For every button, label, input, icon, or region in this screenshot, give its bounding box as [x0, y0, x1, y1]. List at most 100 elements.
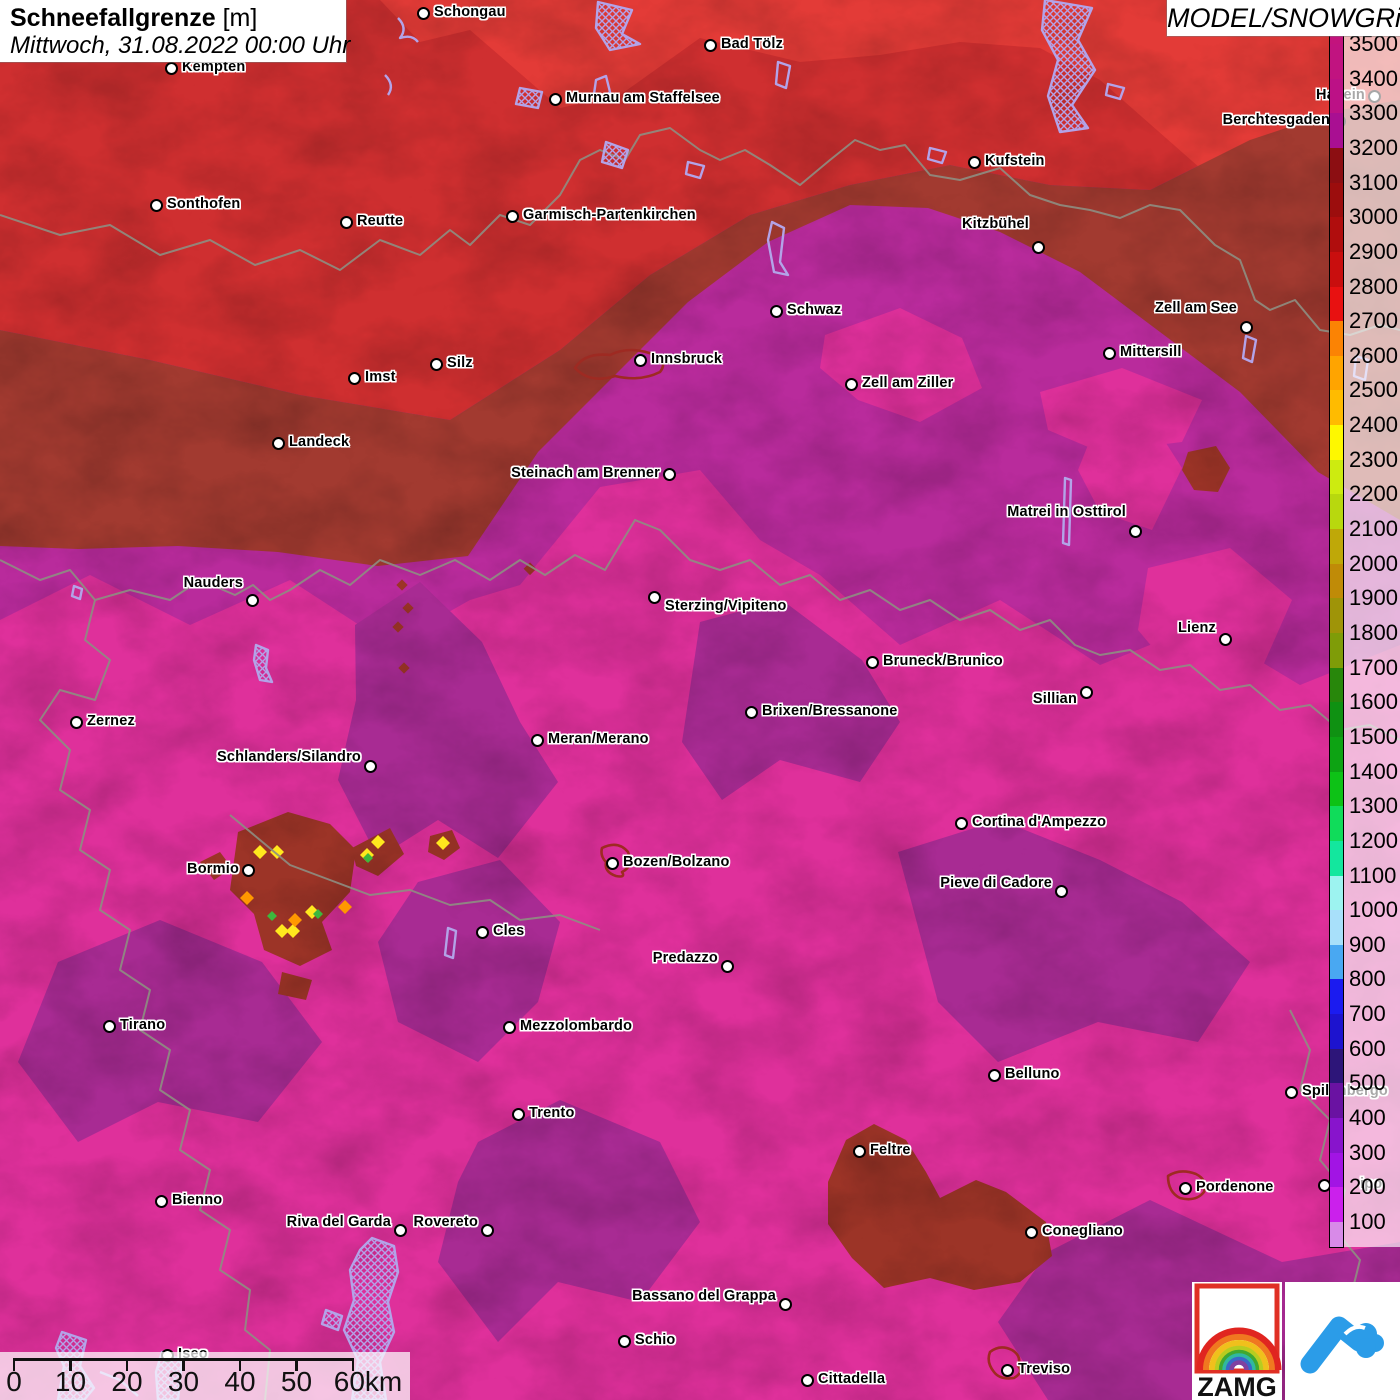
legend-segment [1330, 702, 1343, 738]
legend-segment [1330, 564, 1343, 600]
title-text: Schneefallgrenze [10, 4, 216, 32]
legend-segment [1330, 772, 1343, 808]
legend-value: 1200 [1349, 829, 1398, 853]
city-dot [549, 93, 562, 106]
legend-value: 1100 [1349, 864, 1396, 888]
logo-area: ZAMG [1192, 1282, 1400, 1400]
city-dot [955, 817, 968, 830]
city-label: Matrei in Osttirol [1007, 504, 1126, 520]
legend-value: 2300 [1349, 448, 1398, 472]
legend-value: 100 [1349, 1210, 1386, 1234]
city-dot [1025, 1226, 1038, 1239]
city-dot [364, 760, 377, 773]
legend-value: 2000 [1349, 552, 1398, 576]
legend-segment [1330, 1187, 1343, 1223]
city-label: Sterzing/Vipiteno [665, 598, 787, 614]
city-dot [242, 864, 255, 877]
city-label: Treviso [1018, 1361, 1070, 1377]
city-dot [1219, 633, 1232, 646]
legend-segment [1330, 1222, 1343, 1247]
city-label: Schongau [434, 4, 506, 20]
legend-segment [1330, 287, 1343, 323]
legend-segment [1330, 598, 1343, 634]
city-label: Pordenone [1196, 1179, 1274, 1195]
city-label: Berchtesgaden [1223, 112, 1330, 128]
city-label: Sonthofen [167, 196, 240, 212]
legend-segment [1330, 79, 1343, 115]
legend-segment [1330, 1049, 1343, 1085]
legend-segment [1330, 945, 1343, 981]
legend-segment [1330, 113, 1343, 149]
legend-segment [1330, 460, 1343, 496]
city-dot [348, 372, 361, 385]
city-dot [155, 1195, 168, 1208]
city-label: Bruneck/Brunico [883, 653, 1003, 669]
city-dot [721, 960, 734, 973]
legend-value: 2500 [1349, 378, 1398, 402]
city-dot [531, 734, 544, 747]
map-datetime: Mittwoch, 31.08.2022 00:00 Uhr [10, 33, 336, 59]
city-label: Brixen/Bressanone [762, 703, 898, 719]
legend-value: 1800 [1349, 621, 1398, 645]
city-label: Lienz [1178, 620, 1216, 636]
legend-segment [1330, 321, 1343, 357]
city-dot [150, 199, 163, 212]
city-label: Rovereto [414, 1214, 478, 1230]
legend-value: 1500 [1349, 725, 1398, 749]
legend-segment [1330, 668, 1343, 704]
scalebar-label: 60km [323, 1366, 413, 1398]
city-dot [618, 1335, 631, 1348]
city-dot [476, 926, 489, 939]
city-dot [1080, 686, 1093, 699]
legend-segment [1330, 494, 1343, 530]
city-dot [394, 1224, 407, 1237]
city-label: Murnau am Staffelsee [566, 90, 720, 106]
city-dot [503, 1021, 516, 1034]
legend-value: 2100 [1349, 517, 1398, 541]
city-label: Belluno [1005, 1066, 1060, 1082]
city-dot [481, 1224, 494, 1237]
city-dot [1179, 1182, 1192, 1195]
city-label: Imst [365, 369, 396, 385]
city-dot [801, 1374, 814, 1387]
city-dot [103, 1020, 116, 1033]
zamg-rainbow-icon [1201, 1332, 1277, 1370]
legend-segment [1330, 217, 1343, 253]
legend-segment [1330, 806, 1343, 842]
city-label: Feltre [870, 1142, 911, 1158]
legend-value: 1300 [1349, 794, 1398, 818]
legend-value: 3400 [1349, 67, 1398, 91]
legend-value: 1000 [1349, 898, 1398, 922]
city-label: Sillian [1033, 691, 1077, 707]
city-label: Schlanders/Silandro [217, 749, 361, 765]
city-label: Zell am Ziller [862, 375, 953, 391]
legend-segment [1330, 841, 1343, 877]
legend-value: 900 [1349, 933, 1386, 957]
legend-segment [1330, 529, 1343, 565]
legend-value: 3200 [1349, 136, 1398, 160]
legend-segment [1330, 425, 1343, 461]
city-label: Nauders [184, 575, 243, 591]
city-label: Silz [447, 355, 473, 371]
city-dot [246, 594, 259, 607]
city-label: Zell am See [1155, 300, 1237, 316]
distance-scalebar: 0102030405060km [0, 1352, 410, 1400]
city-label: Kufstein [985, 153, 1045, 169]
legend-segment [1330, 252, 1343, 288]
city-dot [648, 591, 661, 604]
city-label: Bienno [172, 1192, 222, 1208]
city-dot [779, 1298, 792, 1311]
map-title: Schneefallgrenze [m] [10, 3, 336, 33]
city-dot [340, 216, 353, 229]
city-label: Tirano [120, 1017, 165, 1033]
zamg-logo: ZAMG [1192, 1282, 1282, 1400]
city-label: Trento [529, 1105, 575, 1121]
partner-logo [1285, 1282, 1400, 1400]
city-dot [1103, 347, 1116, 360]
city-label: Steinach am Brenner [511, 465, 660, 481]
legend-colorbar [1329, 32, 1344, 1248]
city-label: Conegliano [1042, 1223, 1123, 1239]
city-label: Bad Tölz [721, 36, 783, 52]
legend-value: 3300 [1349, 101, 1398, 125]
legend-segment [1330, 910, 1343, 946]
